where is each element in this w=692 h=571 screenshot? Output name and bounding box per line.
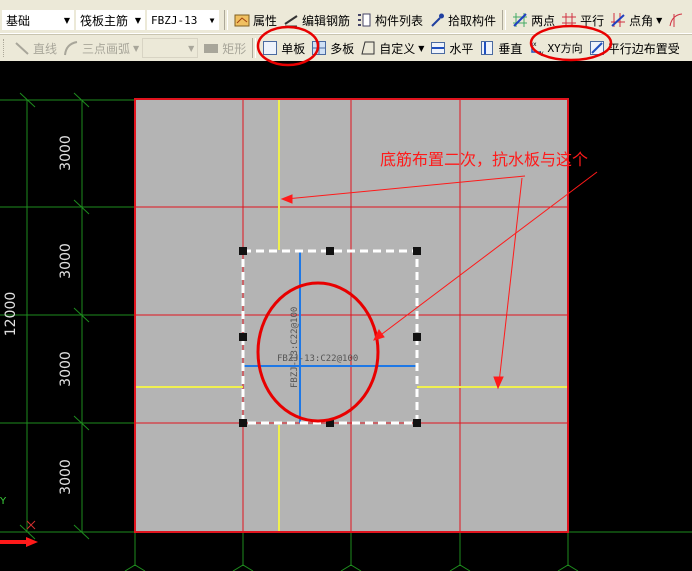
multi-slab-button[interactable]: 多板: [308, 38, 357, 58]
rebar-label-vertical: FBZJ-13:C22@100: [290, 307, 300, 388]
type-combo-value: 筏板主筋: [80, 13, 129, 28]
arc-tool-icon: [668, 12, 684, 28]
two-points-icon: [512, 12, 528, 28]
dimension-segment-4: 3000: [58, 459, 74, 495]
separator: [224, 10, 228, 30]
grip-handle[interactable]: [239, 247, 247, 255]
custom-shape-icon: [360, 40, 376, 56]
grip-handle[interactable]: [413, 333, 421, 341]
two-points-label: 两点: [531, 13, 556, 28]
line-button[interactable]: 直线: [11, 38, 60, 58]
svg-text:y: y: [540, 50, 544, 56]
xy-direction-label: XY方向: [547, 42, 583, 55]
arc-combo[interactable]: ▼: [142, 38, 199, 58]
rectangle-button[interactable]: 矩形: [200, 38, 249, 58]
dimension-segment-2: 3000: [58, 243, 74, 279]
single-slab-icon: [262, 40, 278, 56]
list-icon: [356, 12, 372, 28]
single-slab-button[interactable]: 单板: [259, 38, 308, 58]
rectangle-label: 矩形: [222, 41, 247, 56]
arc-tool-button[interactable]: [665, 10, 690, 30]
xy-direction-icon: xy: [528, 40, 544, 57]
name-combo[interactable]: FBZJ-13 ▼: [147, 10, 219, 30]
dimension-tick-marks: [19, 92, 90, 540]
properties-icon: [234, 12, 250, 28]
vertical-button[interactable]: 垂直: [476, 38, 525, 58]
point-angle-icon: [610, 12, 626, 28]
toolbar-draw: 直线 三点画弧 ▼ ▼ 矩形 单板 多板 自定义 ▼ 水平 垂直 xy XY方向: [0, 34, 692, 61]
dropdown-arrow-icon[interactable]: ▼: [656, 16, 662, 25]
grip-handle[interactable]: [326, 247, 334, 255]
svg-text:x: x: [533, 41, 537, 48]
three-point-arc-button[interactable]: 三点画弧 ▼: [60, 38, 142, 58]
x-axis-arrow: [0, 540, 28, 544]
axis-bubble-marks: [124, 564, 579, 571]
parallel-label: 平行: [580, 13, 605, 28]
parallel-edge-icon: [589, 40, 605, 56]
line-label: 直线: [33, 41, 58, 56]
pick-component-label: 拾取构件: [448, 13, 497, 28]
layer-combo-value: 基础: [6, 13, 31, 28]
component-list-button[interactable]: 构件列表: [353, 10, 426, 30]
edit-rebar-label: 编辑钢筋: [302, 13, 351, 28]
parallel-icon: [561, 12, 577, 28]
ucs-icon: Y: [0, 496, 38, 547]
layer-combo[interactable]: 基础 ▼: [2, 10, 74, 30]
horizontal-label: 水平: [449, 41, 474, 56]
toolbar-main: 基础 ▼ 筏板主筋 ▼ FBZJ-13 ▼ 属性 编辑钢筋 构件列表 拾取构件 …: [0, 7, 692, 34]
dropdown-arrow-icon[interactable]: ▼: [418, 44, 424, 53]
arrowhead-icon: [26, 537, 38, 547]
point-angle-button[interactable]: 点角 ▼: [607, 10, 665, 30]
properties-button[interactable]: 属性: [231, 10, 280, 30]
dimension-segment-3: 3000: [58, 351, 74, 387]
drawing-canvas[interactable]: 3000 3000 3000 3000 12000 FBZJ-13:C22@10…: [0, 61, 692, 571]
vertical-icon: [479, 40, 495, 56]
arc-icon: [63, 40, 79, 56]
custom-label: 自定义: [379, 41, 416, 56]
rectangle-icon: [203, 40, 219, 56]
dimension-segment-1: 3000: [58, 135, 74, 171]
parallel-edge-button[interactable]: 平行边布置受: [586, 38, 683, 58]
origin-x-marker: [26, 520, 36, 530]
separator: [502, 10, 507, 30]
xy-direction-button[interactable]: xy XY方向: [525, 38, 585, 58]
grip-handle[interactable]: [239, 333, 247, 341]
grip-handle[interactable]: [413, 419, 421, 427]
horizontal-button[interactable]: 水平: [427, 38, 476, 58]
single-slab-label: 单板: [281, 41, 306, 56]
parallel-edge-label: 平行边布置受: [607, 41, 680, 56]
horizontal-icon: [430, 40, 446, 56]
chevron-down-icon: ▼: [188, 43, 195, 53]
grip-handle[interactable]: [413, 247, 421, 255]
point-angle-label: 点角: [629, 13, 654, 28]
three-point-arc-label: 三点画弧: [82, 41, 131, 56]
separator: [252, 38, 257, 58]
toolbar-grip[interactable]: [3, 39, 7, 57]
two-points-button[interactable]: 两点: [509, 10, 558, 30]
multi-slab-icon: [311, 40, 327, 56]
edit-rebar-button[interactable]: 编辑钢筋: [280, 10, 353, 30]
dropdown-arrow-icon[interactable]: ▼: [133, 44, 139, 53]
type-combo[interactable]: 筏板主筋 ▼: [76, 10, 145, 30]
chevron-down-icon: ▼: [134, 15, 142, 25]
component-list-label: 构件列表: [375, 13, 424, 28]
annotation-text: 底筋布置二次，抗水板与这个: [380, 150, 589, 169]
parallel-button[interactable]: 平行: [558, 10, 607, 30]
vertical-label: 垂直: [498, 41, 523, 56]
grip-handle[interactable]: [239, 419, 247, 427]
edit-rebar-icon: [283, 12, 299, 28]
name-combo-value: FBZJ-13: [151, 13, 198, 27]
custom-button[interactable]: 自定义 ▼: [357, 38, 427, 58]
dimension-total: 12000: [3, 292, 19, 337]
properties-label: 属性: [253, 13, 278, 28]
axis-y-label: Y: [0, 496, 7, 507]
line-icon: [14, 40, 30, 56]
chevron-down-icon: ▼: [209, 15, 215, 25]
chevron-down-icon: ▼: [63, 15, 71, 25]
pick-component-button[interactable]: 拾取构件: [426, 10, 499, 30]
multi-slab-label: 多板: [330, 41, 355, 56]
eyedropper-icon: [429, 12, 445, 28]
